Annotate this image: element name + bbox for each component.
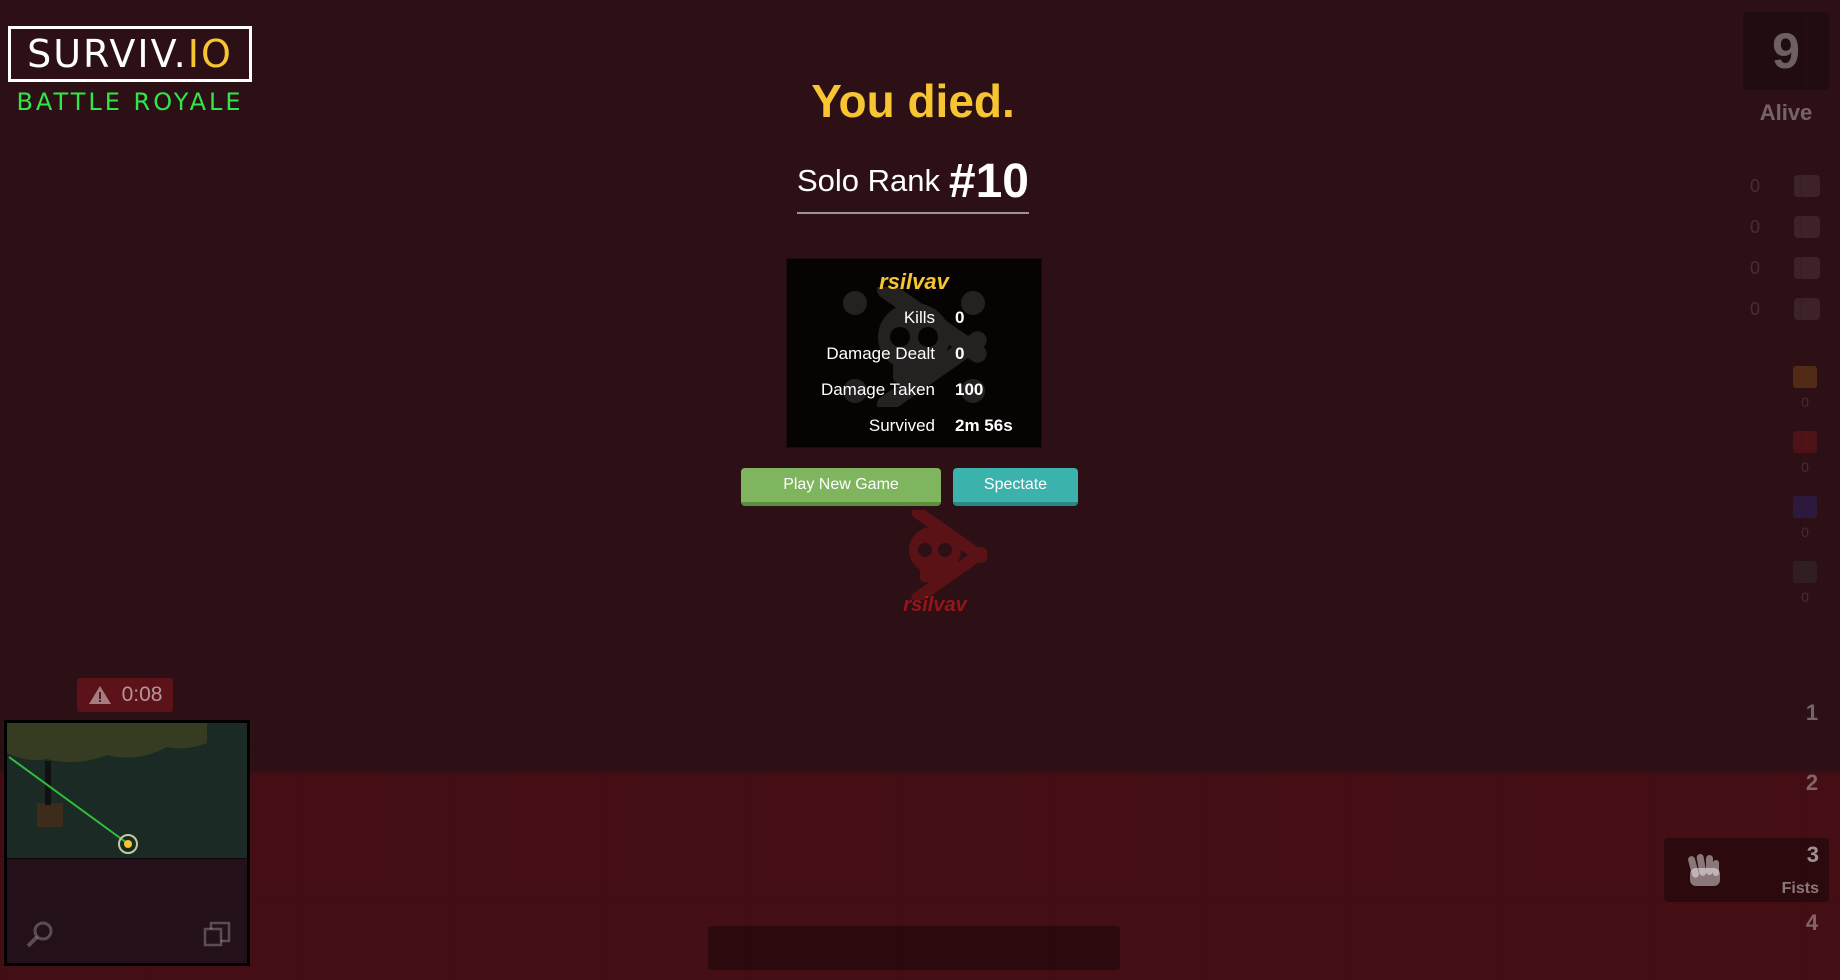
gas-timer: 0:08 [77,678,173,712]
stat-value: 0 [955,308,965,327]
gas-timer-value: 0:08 [121,683,163,706]
item-count: 0 [1750,175,1761,196]
ammo-count: 0 [1801,524,1809,540]
stat-row-kills: Kills 0 [787,305,1041,331]
pills-icon [1794,298,1820,320]
ammo-count: 0 [1801,459,1809,475]
stat-row-survived: Survived 2m 56s [787,413,1041,439]
soda-icon [1794,257,1820,279]
stats-card: rsilvav Kills 0 Damage Dealt 0 Damage Ta… [786,258,1042,448]
rank-label: Solo Rank [797,163,941,198]
spectate-button[interactable]: Spectate [953,468,1078,506]
bandage-icon [1794,175,1820,197]
dead-player-skull-icon [909,510,988,600]
stat-label: Survived [868,416,935,435]
item-row-pills[interactable]: 0 [1740,291,1830,327]
item-row-soda[interactable]: 0 [1740,250,1830,286]
ammo-icon [1793,366,1817,388]
play-new-game-button[interactable]: Play New Game [741,468,941,506]
player-name: rsilvav [879,269,949,294]
medkit-icon [1794,216,1820,238]
ammo-count: 0 [1801,394,1809,410]
stat-label: Damage Taken [820,380,935,399]
item-row-bandage[interactable]: 0 [1740,168,1830,204]
warning-icon [88,686,111,704]
rank-value: #10 [948,154,1029,208]
item-count: 0 [1750,257,1761,278]
stat-row-damage-taken: Damage Taken 100 [787,377,1041,403]
weapon-slot-3[interactable]: 3 Fists [1664,838,1829,902]
ammo-slot: 0 [1790,366,1820,410]
stat-row-damage-dealt: Damage Dealt 0 [787,341,1041,367]
minimap-zoom-icon[interactable] [25,919,55,949]
weapon-slot-1[interactable]: 1 [1800,700,1824,726]
weapon-slot-4[interactable]: 4 [1800,910,1824,936]
ammo-slot: 0 [1790,431,1820,475]
dead-player-name: rsilvav [903,594,967,616]
stat-value: 2m 56s [955,416,1013,435]
weapon-name: Fists [1781,880,1819,897]
ammo-slot: 0 [1790,496,1820,540]
item-count: 0 [1750,298,1761,319]
rank-display: Solo Rank #10 [797,150,1029,214]
stat-value: 0 [955,344,965,363]
death-title: You died. [811,75,1015,127]
stat-label: Damage Dealt [826,344,935,363]
logo-main-text: SURVIV. [27,32,188,76]
minimap[interactable] [4,720,250,966]
item-count: 0 [1750,216,1761,237]
ammo-icon [1793,561,1817,583]
game-screen: SURVIV. IO BATTLE ROYALE 9 Alive 0 0 0 0 … [0,0,1840,980]
weapon-slot-2[interactable]: 2 [1800,770,1824,796]
ammo-icon [1793,431,1817,453]
item-row-medkit[interactable]: 0 [1740,209,1830,245]
ammo-slot: 0 [1790,561,1820,605]
minimap-toggle-icon[interactable] [203,921,231,947]
weapon-slot-number: 3 [1806,842,1819,867]
stat-label: Kills [903,308,935,327]
health-bar [708,926,1120,970]
ammo-icon [1793,496,1817,518]
stat-value: 100 [955,380,984,399]
fists-icon [1688,854,1720,886]
ammo-count: 0 [1801,589,1809,605]
logo-accent-text: IO [187,32,233,76]
